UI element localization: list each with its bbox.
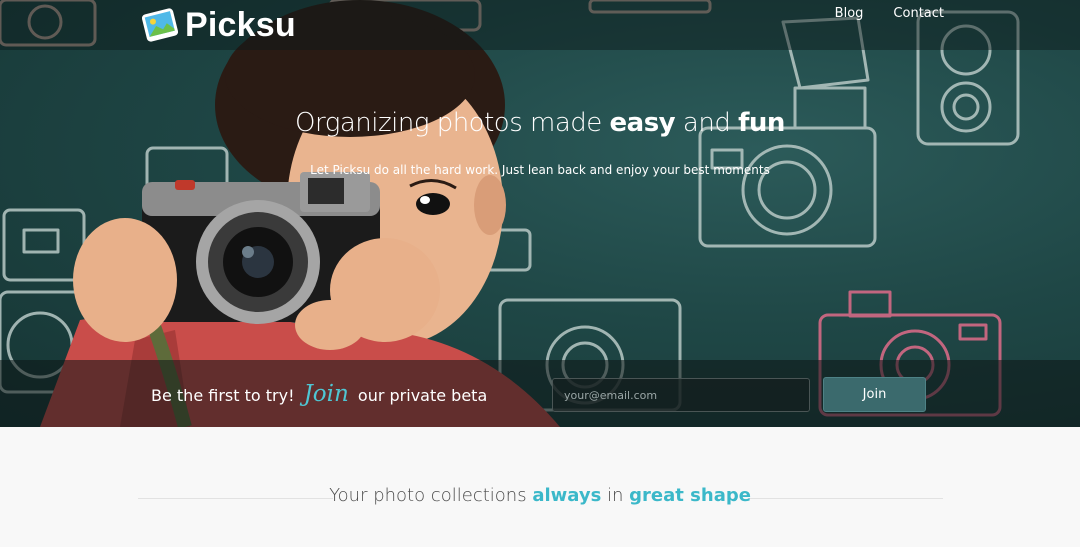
headline-bold-fun: fun — [738, 108, 785, 138]
brand-name: Picksu — [185, 6, 296, 44]
beta-text-post: our private beta — [357, 386, 488, 405]
nav-blog-link[interactable]: Blog — [835, 6, 864, 22]
tagline-pre: Your photo collections — [329, 485, 533, 506]
beta-signup-bar: Be the first to try! Join our private be… — [0, 360, 1080, 427]
beta-signup-text: Be the first to try! Join our private be… — [151, 380, 487, 410]
main-nav: Blog Contact — [835, 6, 944, 22]
brand-logo[interactable]: Picksu — [141, 5, 296, 45]
photo-logo-icon — [141, 8, 179, 42]
headline-text-mid: and — [675, 108, 739, 138]
top-navigation-bar: Picksu Blog Contact — [0, 0, 1080, 50]
tagline-mid: in — [601, 485, 630, 506]
nav-contact-link[interactable]: Contact — [893, 6, 944, 22]
hero-subline: Let Picksu do all the hard work. Just le… — [310, 163, 770, 177]
section-tagline: Your photo collections always in great s… — [0, 485, 1080, 506]
beta-text-pre: Be the first to try! — [151, 386, 295, 405]
beta-text-join-script: Join — [303, 381, 349, 407]
headline-text-pre: Organizing photos made — [295, 108, 610, 138]
tagline-always: always — [532, 485, 602, 506]
email-input[interactable] — [552, 378, 810, 412]
join-button[interactable]: Join — [823, 377, 926, 412]
features-intro-section: Your photo collections always in great s… — [0, 427, 1080, 547]
tagline-great-shape: great shape — [629, 485, 751, 506]
headline-bold-easy: easy — [609, 108, 676, 138]
hero-banner: Picksu Blog Contact Organizing photos ma… — [0, 0, 1080, 427]
hero-headline: Organizing photos made easy and fun — [0, 108, 1080, 138]
